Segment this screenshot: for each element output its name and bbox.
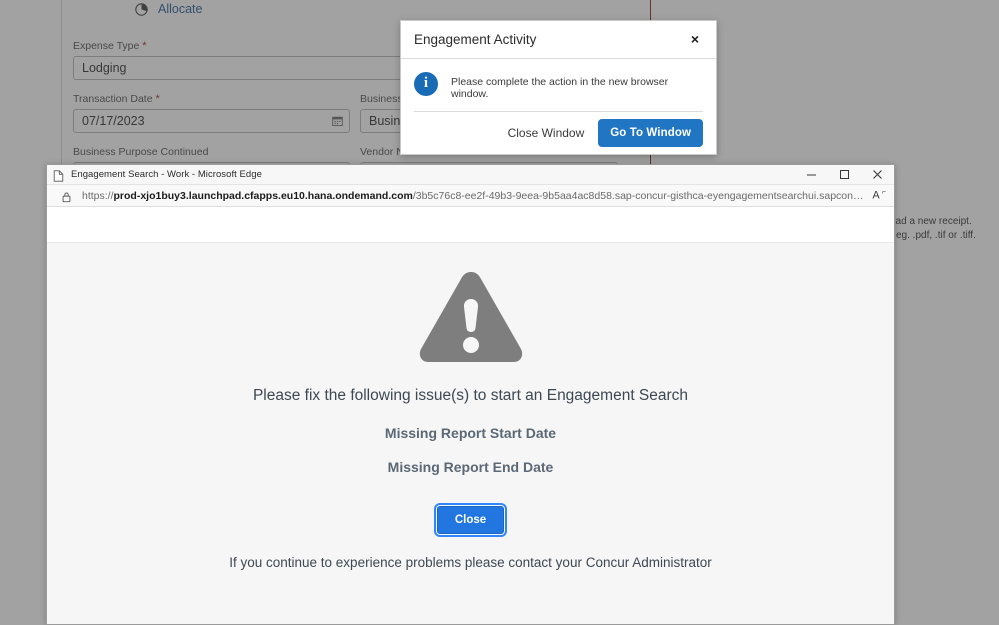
window-controls xyxy=(795,165,894,184)
edge-title-bar[interactable]: Engagement Search - Work - Microsoft Edg… xyxy=(47,165,894,185)
close-icon[interactable]: × xyxy=(688,30,702,48)
close-icon[interactable] xyxy=(861,165,894,184)
edge-browser-window: Engagement Search - Work - Microsoft Edg… xyxy=(46,164,895,625)
close-button[interactable]: Close xyxy=(437,506,504,534)
error-heading: Please fix the following issue(s) to sta… xyxy=(253,387,688,405)
dialog-body: i Please complete the action in the new … xyxy=(401,59,716,100)
lock-icon[interactable] xyxy=(61,190,72,202)
engagement-search-error-page: Please fix the following issue(s) to sta… xyxy=(47,243,894,624)
maximize-icon[interactable] xyxy=(828,165,861,184)
dialog-footer: Close Window Go To Window xyxy=(401,112,716,154)
minimize-icon[interactable] xyxy=(795,165,828,184)
error-issue-1: Missing Report Start Date xyxy=(385,425,556,441)
url-scheme: https:// xyxy=(82,190,114,202)
close-button-container: Close xyxy=(437,506,504,534)
error-footer-text: If you continue to experience problems p… xyxy=(229,555,712,570)
engagement-activity-dialog: Engagement Activity × i Please complete … xyxy=(400,20,717,155)
url-host: prod-xjo1buy3.launchpad.cfapps.eu10.hana… xyxy=(114,190,413,202)
go-to-window-button[interactable]: Go To Window xyxy=(598,119,703,147)
screen-root: Allocate Expense Type * Lodging Transact… xyxy=(0,0,999,625)
edge-viewport-top-band xyxy=(47,207,894,243)
info-icon: i xyxy=(414,72,438,96)
url-path: /3b5c76c8-ee2f-49b3-9eea-9b5aa4ac8d58.sa… xyxy=(413,190,865,202)
url-text[interactable]: https://prod-xjo1buy3.launchpad.cfapps.e… xyxy=(82,190,864,202)
edge-address-bar[interactable]: https://prod-xjo1buy3.launchpad.cfapps.e… xyxy=(47,185,894,207)
read-aloud-icon[interactable]: A ⌐ xyxy=(872,189,886,202)
edge-window-title: Engagement Search - Work - Microsoft Edg… xyxy=(71,169,262,180)
dialog-title: Engagement Activity xyxy=(414,32,536,47)
error-issue-2: Missing Report End Date xyxy=(388,459,554,475)
warning-triangle-icon xyxy=(416,267,526,367)
dialog-header: Engagement Activity × xyxy=(401,21,716,59)
close-window-button[interactable]: Close Window xyxy=(506,122,587,144)
dialog-message: Please complete the action in the new br… xyxy=(451,71,703,100)
page-icon xyxy=(53,169,64,181)
